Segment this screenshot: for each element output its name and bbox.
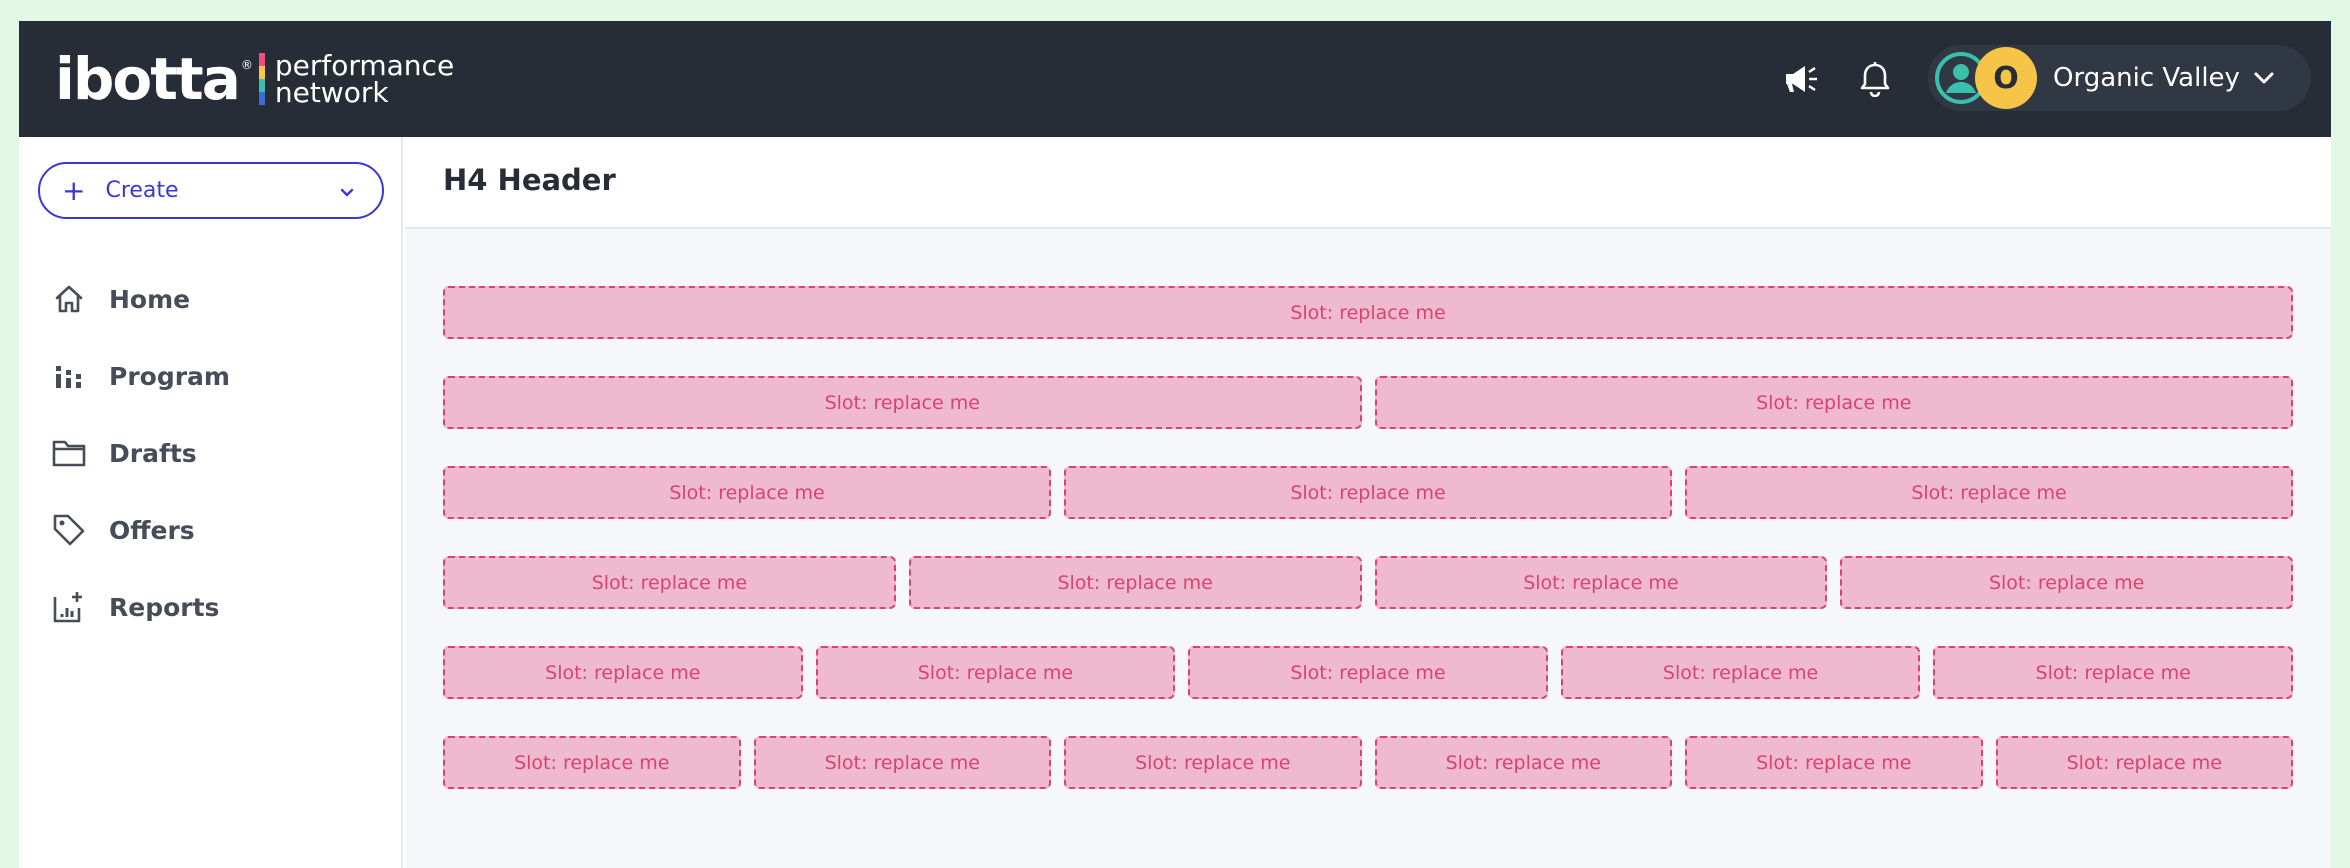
main-content: Slot: replace me Slot: replace me Slot: … xyxy=(405,229,2331,868)
slot-row: Slot: replace me Slot: replace me xyxy=(443,376,2293,429)
sidebar-item-label: Offers xyxy=(109,515,195,545)
sidebar-item-label: Drafts xyxy=(109,438,197,468)
sidebar-item-drafts[interactable]: Drafts xyxy=(51,428,381,478)
chevron-down-icon xyxy=(338,182,356,200)
sidebar: + Create Home Program Drafts Offers Repo… xyxy=(19,137,403,868)
placeholder-slot[interactable]: Slot: replace me xyxy=(1374,736,1672,789)
placeholder-slot[interactable]: Slot: replace me xyxy=(908,556,1362,609)
placeholder-slot[interactable]: Slot: replace me xyxy=(1685,736,1983,789)
sidebar-item-label: Program xyxy=(109,361,230,391)
logo-subtitle: performance network xyxy=(274,49,455,109)
placeholder-slot[interactable]: Slot: replace me xyxy=(1064,736,1362,789)
sidebar-item-label: Home xyxy=(109,284,191,314)
sidebar-item-program[interactable]: Program xyxy=(51,351,381,401)
logo-subtitle-line1: performance xyxy=(274,49,455,82)
slot-row: Slot: replace me Slot: replace me Slot: … xyxy=(443,736,2293,789)
logo-registered-mark: ® xyxy=(240,58,253,72)
logo-subtitle-line2: network xyxy=(274,76,389,109)
slot-row: Slot: replace me Slot: replace me Slot: … xyxy=(443,466,2293,519)
ibotta-performance-network-logo[interactable]: ibotta ® performance network xyxy=(55,49,454,109)
folder-icon xyxy=(51,435,87,471)
logo-color-bars xyxy=(258,53,265,105)
megaphone-icon[interactable] xyxy=(1780,57,1824,101)
create-button-label: Create xyxy=(105,178,179,203)
bell-icon[interactable] xyxy=(1853,57,1897,101)
home-icon xyxy=(51,281,87,317)
placeholder-slot[interactable]: Slot: replace me xyxy=(1374,556,1828,609)
plus-icon: + xyxy=(62,173,86,207)
page-header: H4 Header xyxy=(405,137,2331,229)
tag-icon xyxy=(51,512,87,548)
placeholder-slot[interactable]: Slot: replace me xyxy=(1933,646,2293,699)
placeholder-slot[interactable]: Slot: replace me xyxy=(815,646,1176,699)
organization-name[interactable]: Organic Valley xyxy=(2053,59,2240,97)
placeholder-slot[interactable]: Slot: replace me xyxy=(753,736,1051,789)
sidebar-item-offers[interactable]: Offers xyxy=(51,505,381,555)
placeholder-slot[interactable]: Slot: replace me xyxy=(443,736,741,789)
reports-icon xyxy=(51,589,87,625)
sidebar-item-reports[interactable]: Reports xyxy=(51,582,381,632)
placeholder-slot[interactable]: Slot: replace me xyxy=(1995,736,2293,789)
avatar[interactable]: O xyxy=(1975,47,2037,109)
create-button[interactable]: + Create xyxy=(38,162,384,219)
placeholder-slot[interactable]: Slot: replace me xyxy=(443,556,896,609)
placeholder-slot[interactable]: Slot: replace me xyxy=(1560,646,1921,699)
placeholder-slot[interactable]: Slot: replace me xyxy=(443,286,2293,339)
sidebar-item-label: Reports xyxy=(109,592,220,622)
slot-row: Slot: replace me xyxy=(443,286,2293,339)
slot-row: Slot: replace me Slot: replace me Slot: … xyxy=(443,646,2293,699)
placeholder-slot[interactable]: Slot: replace me xyxy=(443,376,1362,429)
placeholder-slot[interactable]: Slot: replace me xyxy=(1374,376,2293,429)
page-title: H4 Header xyxy=(443,163,616,197)
logo-wordmark: ibotta xyxy=(55,45,241,113)
program-icon xyxy=(51,358,87,394)
placeholder-slot[interactable]: Slot: replace me xyxy=(1840,556,2293,609)
placeholder-slot[interactable]: Slot: replace me xyxy=(1188,646,1548,699)
placeholder-slot[interactable]: Slot: replace me xyxy=(443,646,803,699)
slot-row: Slot: replace me Slot: replace me Slot: … xyxy=(443,556,2293,609)
app-window: ibotta ® performance network O Organic V… xyxy=(19,21,2331,868)
sidebar-item-home[interactable]: Home xyxy=(51,274,381,324)
chevron-down-icon[interactable] xyxy=(2251,65,2277,91)
placeholder-slot[interactable]: Slot: replace me xyxy=(443,466,1051,519)
top-bar: ibotta ® performance network O Organic V… xyxy=(19,21,2331,137)
placeholder-slot[interactable]: Slot: replace me xyxy=(1064,466,1672,519)
placeholder-slot[interactable]: Slot: replace me xyxy=(1685,466,2293,519)
